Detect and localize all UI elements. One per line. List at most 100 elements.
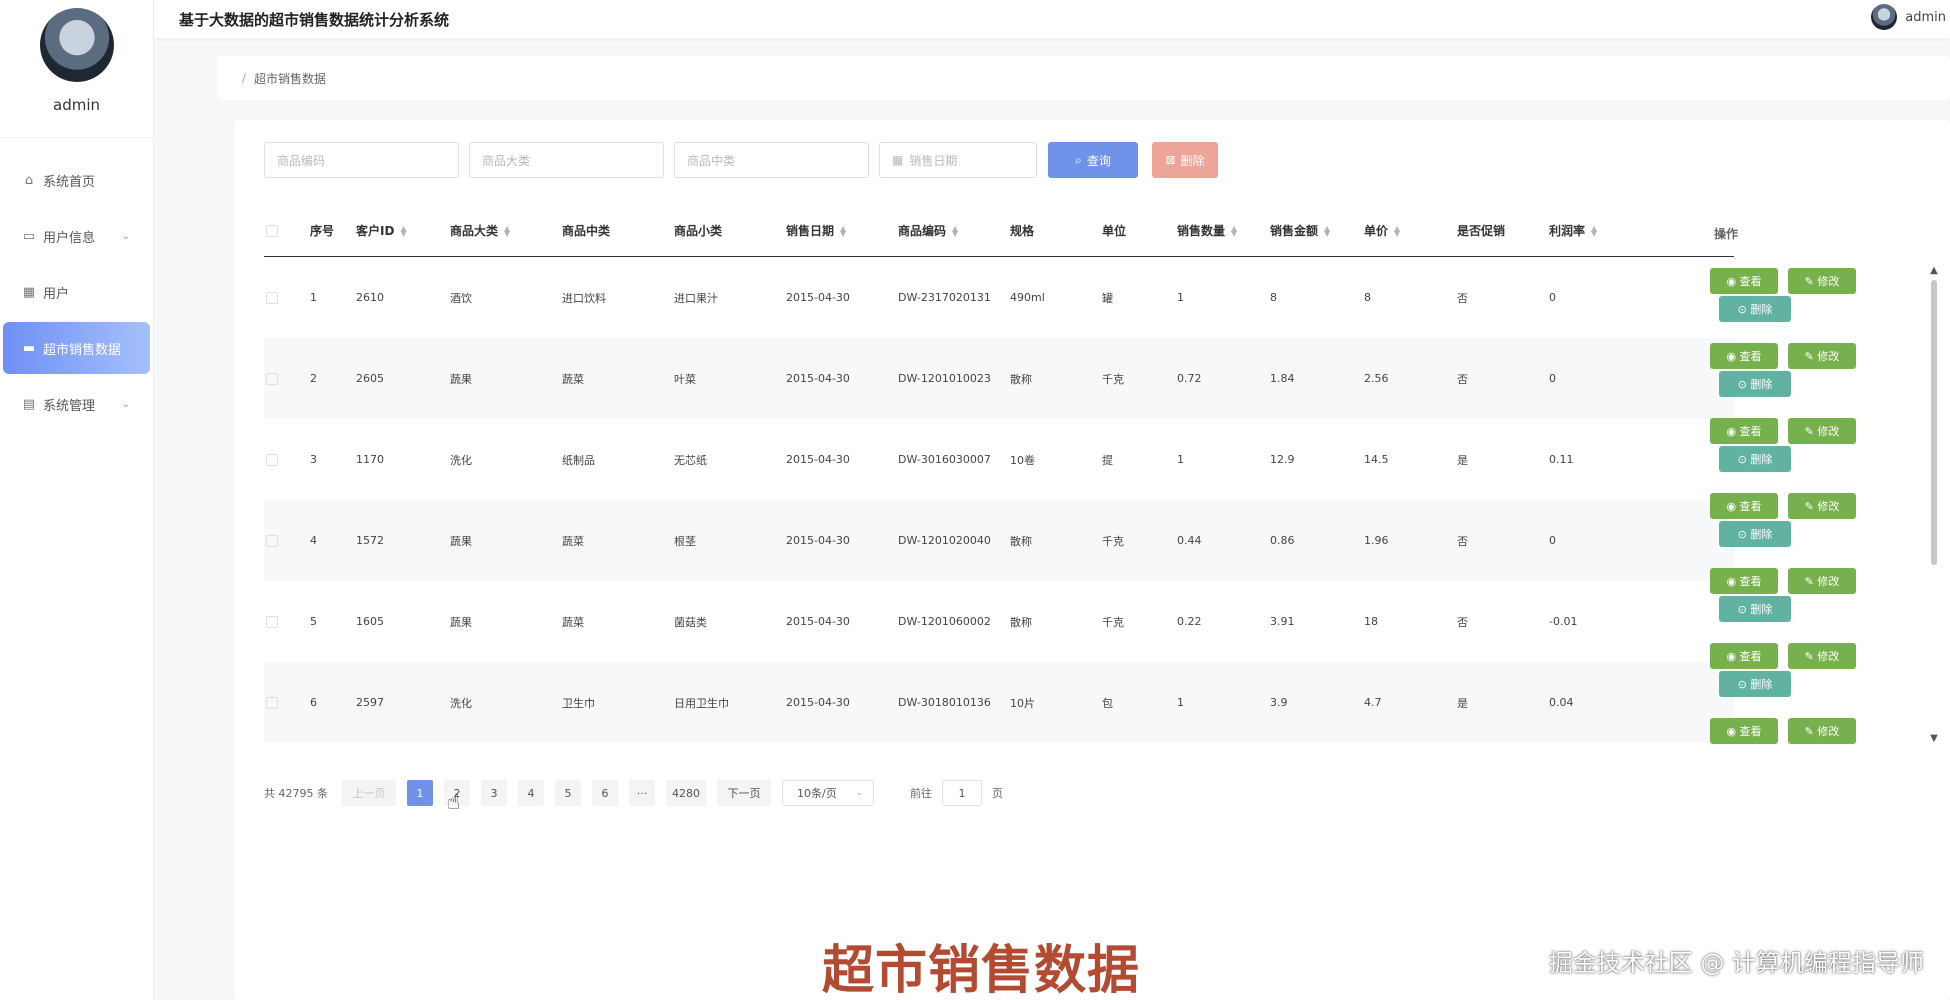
- goto-page-input[interactable]: 1: [942, 780, 982, 806]
- delete-button[interactable]: ⊙ 删除: [1719, 671, 1791, 697]
- row-checkbox[interactable]: [266, 534, 278, 547]
- cell-mid-category: 纸制品: [562, 453, 595, 467]
- page-size-select[interactable]: 10条/页 ⌄: [782, 780, 874, 806]
- table-scrollbar[interactable]: ▲ ▼: [1930, 265, 1938, 744]
- sort-icon[interactable]: ▲ ▼: [504, 224, 512, 237]
- sort-icon[interactable]: ▲ ▼: [1231, 224, 1239, 237]
- row-checkbox[interactable]: [266, 372, 278, 385]
- avatar[interactable]: [1871, 4, 1898, 30]
- view-button[interactable]: ◉ 查看: [1710, 643, 1778, 669]
- query-button[interactable]: ⌕ 查询: [1048, 142, 1138, 178]
- sidebar-item-home[interactable]: ⌂ 系统首页: [3, 154, 150, 206]
- avatar[interactable]: [39, 8, 114, 82]
- batch-delete-button[interactable]: ⊠ 删除: [1152, 142, 1218, 178]
- page-button[interactable]: 3: [481, 780, 507, 806]
- scrollbar-thumb[interactable]: [1931, 280, 1937, 565]
- row-checkbox[interactable]: [266, 291, 278, 304]
- view-button[interactable]: ◉ 查看: [1710, 418, 1778, 444]
- scroll-up-icon[interactable]: ▲: [1930, 265, 1938, 276]
- cell-price: 14.5: [1364, 453, 1389, 466]
- cell-amount: 1.84: [1270, 372, 1295, 385]
- header-amount[interactable]: 销售金额 ▲ ▼: [1270, 222, 1364, 239]
- edit-label: 修改: [1817, 650, 1840, 663]
- last-page-button[interactable]: 4280: [666, 780, 706, 806]
- header-product-code[interactable]: 商品编码 ▲ ▼: [898, 222, 1010, 239]
- edit-button[interactable]: ✎ 修改: [1788, 418, 1856, 444]
- sort-icon[interactable]: ▲ ▼: [1324, 224, 1332, 237]
- header-profit-rate[interactable]: 利润率 ▲ ▼: [1549, 222, 1636, 239]
- view-button[interactable]: ◉ 查看: [1710, 343, 1778, 369]
- page-button[interactable]: 4: [518, 780, 544, 806]
- sort-icon[interactable]: ▲ ▼: [952, 224, 960, 237]
- sidebar-item-sales-data[interactable]: ▬ 超市销售数据: [3, 322, 150, 374]
- cell-category: 蔬果: [450, 615, 472, 629]
- edit-button[interactable]: ✎ 修改: [1788, 718, 1856, 744]
- edit-button[interactable]: ✎ 修改: [1788, 268, 1856, 294]
- delete-button[interactable]: ⊙ 删除: [1719, 371, 1791, 397]
- row-checkbox[interactable]: [266, 453, 278, 466]
- view-button[interactable]: ◉ 查看: [1710, 718, 1778, 744]
- sidebar-item-system[interactable]: ▤ 系统管理 ⌄: [3, 378, 150, 430]
- edit-icon: ✎: [1804, 424, 1818, 438]
- subcategory-input[interactable]: 商品中类: [674, 142, 869, 178]
- chevron-down-icon: ⌄: [121, 230, 130, 242]
- cell-customer-id: 2605: [356, 372, 384, 385]
- header-sale-date[interactable]: 销售日期 ▲ ▼: [786, 222, 898, 239]
- sort-icon[interactable]: ▲ ▼: [400, 224, 408, 237]
- page-button[interactable]: 1: [407, 780, 433, 806]
- more-pages-button[interactable]: ···: [629, 780, 655, 806]
- delete-button[interactable]: ⊙ 删除: [1719, 521, 1791, 547]
- sort-icon[interactable]: ▲ ▼: [1394, 224, 1402, 237]
- sidebar-item-user-info[interactable]: ▭ 用户信息 ⌄: [3, 210, 150, 262]
- edit-icon: ✎: [1804, 724, 1818, 738]
- header-customer-id[interactable]: 客户ID ▲ ▼: [356, 222, 450, 239]
- sort-icon[interactable]: ▲ ▼: [840, 224, 848, 237]
- sale-date-picker[interactable]: ▦ 销售日期: [879, 142, 1037, 178]
- next-page-button[interactable]: 下一页: [717, 780, 771, 806]
- delete-button[interactable]: ⊙ 删除: [1719, 296, 1791, 322]
- header-quantity[interactable]: 销售数量 ▲ ▼: [1177, 222, 1270, 239]
- cell-promotion: 否: [1457, 372, 1468, 386]
- cell-price: 2.56: [1364, 372, 1389, 385]
- view-button[interactable]: ◉ 查看: [1710, 568, 1778, 594]
- header-promotion: 是否促销: [1457, 224, 1506, 238]
- eye-icon: ◉: [1726, 724, 1740, 738]
- delete-button[interactable]: ⊙ 删除: [1719, 596, 1791, 622]
- delete-button[interactable]: ⊙ 删除: [1719, 446, 1791, 472]
- product-code-input[interactable]: 商品编码: [264, 142, 459, 178]
- page-button[interactable]: 6: [592, 780, 618, 806]
- edit-button[interactable]: ✎ 修改: [1788, 643, 1856, 669]
- sidebar-item-users[interactable]: ▦ 用户: [3, 266, 150, 318]
- cell-customer-id: 1170: [356, 453, 384, 466]
- top-user-name[interactable]: admin: [1905, 10, 1946, 25]
- header-category[interactable]: 商品大类 ▲ ▼: [450, 222, 562, 239]
- sort-icon[interactable]: ▲ ▼: [1591, 224, 1599, 237]
- chevron-down-icon: ⌄: [855, 788, 863, 798]
- view-button[interactable]: ◉ 查看: [1710, 493, 1778, 519]
- top-user-menu[interactable]: admin: [1871, 4, 1946, 30]
- sidebar-item-label: 用户信息: [43, 230, 96, 246]
- edit-button[interactable]: ✎ 修改: [1788, 493, 1856, 519]
- input-placeholder: 商品中类: [687, 153, 736, 168]
- prev-page-button[interactable]: 上一页: [342, 780, 396, 806]
- cell-unit: 千克: [1102, 372, 1124, 386]
- delete-label: 删除: [1750, 453, 1773, 466]
- edit-button[interactable]: ✎ 修改: [1788, 568, 1856, 594]
- row-checkbox[interactable]: [266, 696, 278, 709]
- category-input[interactable]: 商品大类: [469, 142, 664, 178]
- cell-promotion: 否: [1457, 615, 1468, 629]
- chat-icon: ▬: [22, 340, 36, 356]
- cell-quantity: 0.72: [1177, 372, 1202, 385]
- edit-icon: ✎: [1804, 499, 1818, 513]
- cell-sub-category: 叶菜: [674, 372, 696, 386]
- scroll-down-icon[interactable]: ▼: [1930, 733, 1938, 744]
- edit-button[interactable]: ✎ 修改: [1788, 343, 1856, 369]
- cell-spec: 散称: [1010, 615, 1032, 629]
- edit-icon: ✎: [1804, 574, 1818, 588]
- view-label: 查看: [1739, 575, 1762, 588]
- header-price[interactable]: 单价 ▲ ▼: [1364, 222, 1457, 239]
- page-button[interactable]: 5: [555, 780, 581, 806]
- row-checkbox[interactable]: [266, 615, 278, 628]
- view-button[interactable]: ◉ 查看: [1710, 268, 1778, 294]
- select-all-checkbox[interactable]: [266, 224, 278, 237]
